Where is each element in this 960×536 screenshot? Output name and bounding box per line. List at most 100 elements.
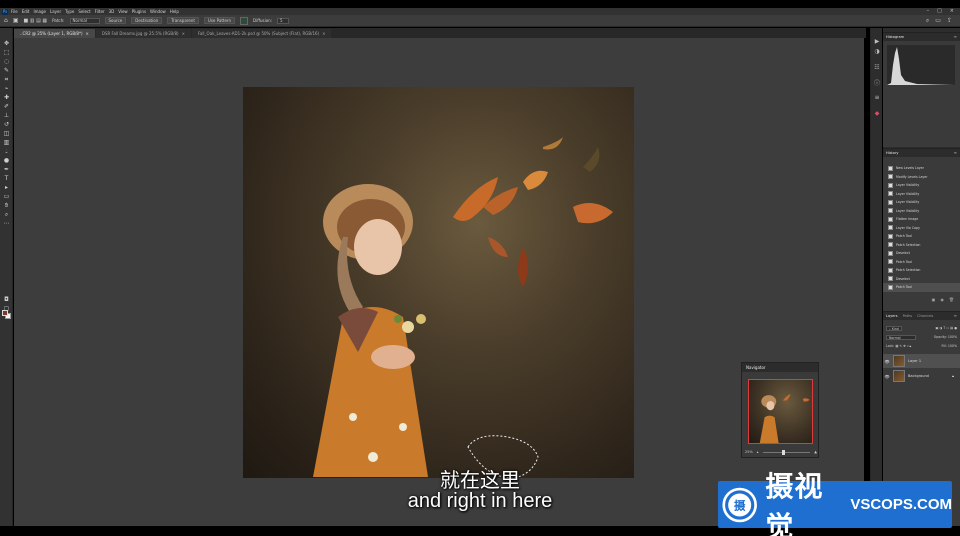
history-item[interactable]: Patch Selection (883, 266, 960, 275)
history-item[interactable]: Modify Levels Layer (883, 173, 960, 182)
kind-filter-select[interactable]: ⌕ Kind (886, 325, 902, 331)
zoom-out-icon[interactable]: ▴ (757, 450, 759, 454)
close-icon[interactable]: × (182, 31, 185, 36)
zoom-tool-icon[interactable]: ⌕ (3, 211, 10, 218)
menu-image[interactable]: Image (33, 9, 46, 14)
path-select-tool-icon[interactable]: ▸ (3, 184, 10, 191)
menu-file[interactable]: File (11, 9, 18, 14)
visibility-eye-icon[interactable]: 👁︎ (884, 374, 890, 379)
pattern-swatch[interactable] (240, 16, 249, 25)
fill-value[interactable]: 100% (948, 344, 957, 348)
gradient-tool-icon[interactable]: ▥ (3, 139, 10, 146)
menu-edit[interactable]: Edit (22, 9, 30, 14)
history-item[interactable]: Patch Selection (883, 241, 960, 250)
visibility-eye-icon[interactable]: 👁︎ (884, 359, 890, 364)
opacity-value[interactable]: 100% (948, 335, 957, 339)
menu-window[interactable]: Window (150, 9, 166, 14)
history-brush-tool-icon[interactable]: ↺ (3, 121, 10, 128)
panel-menu-icon[interactable]: ≡ (954, 34, 957, 39)
layer-row-layer-1[interactable]: 👁︎ Layer 1 (883, 354, 960, 368)
patch-mode-select[interactable]: Normal (69, 17, 100, 24)
trash-icon[interactable]: 🗑︎ (949, 297, 954, 302)
layer-name[interactable]: Layer 1 (908, 359, 921, 363)
play-icon[interactable]: ▶ (873, 38, 881, 46)
eraser-tool-icon[interactable]: ◫ (3, 130, 10, 137)
slider-knob[interactable] (781, 449, 785, 455)
menu-help[interactable]: Help (170, 9, 179, 14)
blend-mode-select[interactable]: Normal (886, 334, 916, 340)
menu-type[interactable]: Type (65, 9, 74, 14)
diffusion-select[interactable]: 5 (277, 17, 290, 24)
new-document-icon[interactable]: ▣ (932, 297, 936, 302)
eyedropper-tool-icon[interactable]: ⌁ (3, 85, 10, 92)
tab-document-3[interactable]: Fall_Oak_Leaves-AD1-2k.psd @ 50% (Subjec… (191, 29, 332, 38)
history-item-selected[interactable]: Patch Tool (883, 283, 960, 292)
navigator-view-frame[interactable] (748, 379, 813, 444)
history-item[interactable]: Layer Visibility (883, 190, 960, 199)
source-button[interactable]: Source (104, 17, 127, 24)
filter-icons[interactable]: ▣ ◑ T ▭ ▤ ● (935, 326, 957, 330)
menu-select[interactable]: Select (78, 9, 90, 14)
menu-plugins[interactable]: Plugins (132, 9, 146, 14)
tab-document-1[interactable]: ..CR2 @ 25% (Layer 1, RGB/8*) × (14, 29, 95, 38)
camera-icon[interactable]: ◉ (940, 297, 944, 302)
history-item[interactable]: Patch Tool (883, 232, 960, 241)
maximize-icon[interactable]: □ (937, 8, 942, 14)
close-icon[interactable]: × (950, 8, 954, 14)
layer-name[interactable]: Background (908, 374, 929, 378)
tab-layers[interactable]: Layers (886, 314, 898, 318)
zoom-in-icon[interactable]: ▲ (814, 450, 817, 454)
history-item[interactable]: Deselect (883, 275, 960, 284)
navigator-title[interactable]: Navigator (742, 363, 818, 372)
navigator-zoom-value[interactable]: 25% (745, 450, 753, 454)
navigator-thumbnail[interactable] (748, 379, 813, 444)
pen-tool-icon[interactable]: ✒ (3, 166, 10, 173)
more-tools-icon[interactable]: ⋯ (3, 220, 10, 227)
share-icon[interactable]: ⇪ (947, 17, 952, 25)
selection-mode-icons[interactable]: ■ ▥ ▤ ▦ (23, 18, 47, 24)
close-icon[interactable]: × (86, 31, 89, 36)
use-pattern-button[interactable]: Use Pattern (203, 17, 236, 24)
blur-tool-icon[interactable]: 💧︎ (3, 148, 10, 155)
patch-tool-icon[interactable]: ▣ (13, 17, 19, 24)
screen-mode-icon[interactable]: ▢ (3, 305, 10, 312)
quick-mask-icon[interactable]: ◘ (3, 296, 10, 303)
hand-tool-icon[interactable]: ✋︎ (3, 202, 10, 209)
history-item[interactable]: Flatten Image (883, 215, 960, 224)
stamp-tool-icon[interactable]: ⊥ (3, 112, 10, 119)
history-item[interactable]: New Levels Layer (883, 164, 960, 173)
tab-histogram[interactable]: Histogram (886, 35, 904, 39)
search-icon[interactable]: ⌕ (926, 17, 929, 25)
quick-select-tool-icon[interactable]: ✎ (3, 67, 10, 74)
panel-menu-icon[interactable]: ≡ (954, 313, 957, 318)
menu-3d[interactable]: 3D (109, 9, 115, 14)
navigator-zoom-slider[interactable] (762, 449, 811, 455)
marquee-tool-icon[interactable]: ⬚ (3, 49, 10, 56)
menu-filter[interactable]: Filter (95, 9, 105, 14)
document-image[interactable] (243, 87, 634, 478)
tab-document-2[interactable]: DSR Fall Dreams.jpg @ 25.5% (RGB/8) × (95, 29, 191, 38)
lasso-tool-icon[interactable]: ◌ (3, 58, 10, 65)
history-item[interactable]: Layer Visibility (883, 207, 960, 216)
history-item[interactable]: Patch Tool (883, 258, 960, 267)
panel-menu-icon[interactable]: ≡ (954, 150, 957, 155)
lock-icons[interactable]: ▦ ✎ ✥ ⌗ 🔒︎ (895, 344, 911, 348)
brush-tool-icon[interactable]: ✐ (3, 103, 10, 110)
home-icon[interactable]: ⌂ (4, 17, 8, 24)
layer-row-background[interactable]: 👁︎ Background 🔒︎ (883, 369, 960, 383)
history-item[interactable]: Layer Visibility (883, 181, 960, 190)
tab-paths[interactable]: Paths (903, 314, 913, 318)
history-item[interactable]: Deselect (883, 249, 960, 258)
dodge-tool-icon[interactable]: ● (3, 157, 10, 164)
move-tool-icon[interactable]: ✥ (3, 40, 10, 47)
info-icon[interactable]: ⓘ (873, 80, 881, 88)
minimize-icon[interactable]: – (927, 8, 930, 14)
workspace-icon[interactable]: ▭ (935, 17, 941, 25)
menu-view[interactable]: View (118, 9, 128, 14)
history-item[interactable]: Layer Via Copy (883, 224, 960, 233)
healing-tool-icon[interactable]: ✚ (3, 94, 10, 101)
tab-history[interactable]: History (886, 151, 898, 155)
libraries-icon[interactable]: ◆ (873, 110, 881, 118)
tab-channels[interactable]: Channels (917, 314, 933, 318)
adjustments-icon[interactable]: ◑ (873, 48, 881, 56)
